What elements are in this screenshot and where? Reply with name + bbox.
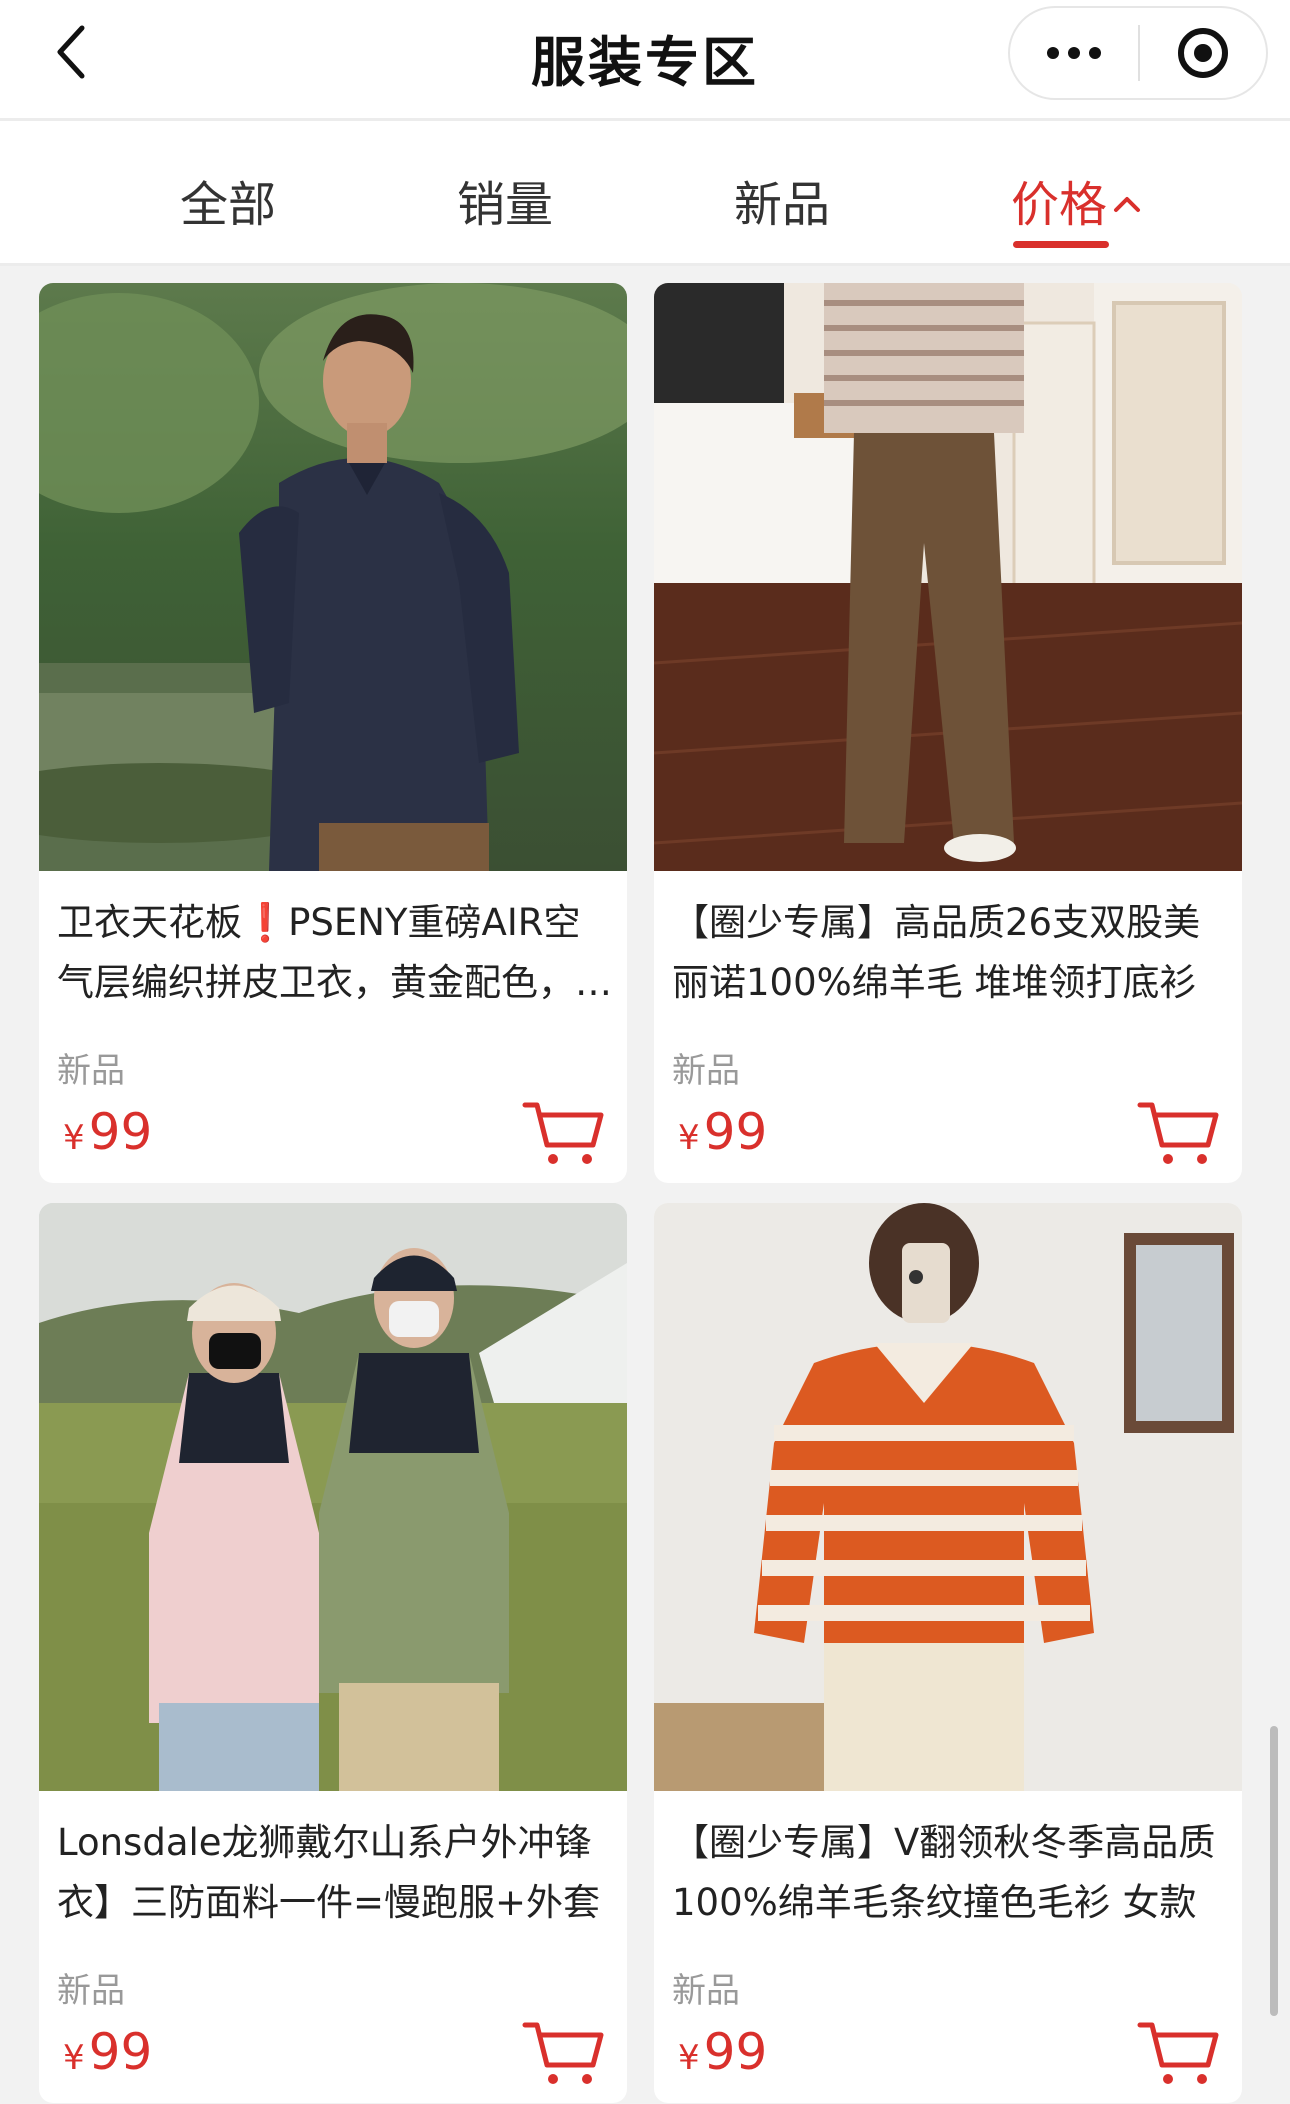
product-tag: 新品: [672, 1051, 740, 1091]
price-value: 99: [88, 2023, 153, 2081]
currency-symbol: ¥: [63, 1118, 85, 1158]
product-title: 【圈少专属】高品质26支双股美丽诺100%绵羊毛 堆堆领打底衫: [672, 901, 1201, 1004]
tab-new[interactable]: 新品: [734, 165, 830, 235]
top-navbar: 服装专区: [0, 0, 1290, 118]
close-miniprogram-button[interactable]: [1140, 8, 1266, 98]
cart-icon: [1137, 2022, 1219, 2084]
product-card[interactable]: 【圈少专属】高品质26支双股美丽诺100%绵羊毛 堆堆领打底衫 新品 ¥99: [654, 283, 1242, 1183]
sort-tabbar: 全部 销量 新品 价格: [0, 118, 1290, 266]
product-image[interactable]: [654, 283, 1242, 871]
product-title: Lonsdale龙狮戴尔山系户外冲锋衣】三防面料一件=慢跑服+外套: [57, 1821, 601, 1924]
product-price: ¥99: [63, 1103, 152, 1161]
product-card[interactable]: 卫衣天花板❗️PSENY重磅AIR空气层编织拼皮卫衣，黄金配色，冬季保暖 新品 …: [39, 283, 627, 1183]
couple-outdoor-jackets-photo: [39, 1203, 627, 1791]
product-title: 卫衣天花板❗️PSENY重磅AIR空气层编织拼皮卫衣，黄金配色，冬季保暖: [57, 901, 612, 1004]
product-price: ¥99: [678, 2023, 767, 2081]
product-tag: 新品: [672, 1971, 740, 2011]
tab-price[interactable]: 价格: [1011, 165, 1141, 235]
cart-icon: [1137, 1102, 1219, 1164]
product-tag: 新品: [57, 1051, 125, 1091]
currency-symbol: ¥: [678, 1118, 700, 1158]
add-to-cart-button[interactable]: [521, 1097, 605, 1169]
product-price: ¥99: [63, 2023, 152, 2081]
target-close-icon: [1177, 28, 1228, 78]
tab-price-label: 价格: [1011, 177, 1108, 233]
man-navy-sweatshirt-forest-photo: [39, 283, 627, 871]
price-value: 99: [88, 1103, 153, 1161]
more-button[interactable]: [1010, 8, 1138, 98]
active-tab-indicator: [1013, 241, 1109, 248]
add-to-cart-button[interactable]: [1136, 2017, 1220, 2089]
price-value: 99: [703, 1103, 768, 1161]
striped-top-brown-trousers-photo: [654, 283, 1242, 871]
currency-symbol: ¥: [63, 2038, 85, 2078]
add-to-cart-button[interactable]: [521, 2017, 605, 2089]
tab-all-label: 全部: [180, 177, 277, 233]
product-image[interactable]: [39, 1203, 627, 1791]
mini-program-capsule: [1008, 6, 1268, 100]
currency-symbol: ¥: [678, 2038, 700, 2078]
product-grid: 卫衣天花板❗️PSENY重磅AIR空气层编织拼皮卫衣，黄金配色，冬季保暖 新品 …: [0, 266, 1290, 2104]
add-to-cart-button[interactable]: [1136, 1097, 1220, 1169]
product-tag: 新品: [57, 1971, 125, 2011]
product-image[interactable]: [39, 283, 627, 871]
cart-icon: [522, 1102, 604, 1164]
vertical-scrollbar[interactable]: [1270, 1726, 1278, 2016]
orange-striped-sweater-photo: [654, 1203, 1242, 1791]
price-value: 99: [703, 2023, 768, 2081]
chevron-up-icon: [1114, 197, 1141, 212]
product-card[interactable]: Lonsdale龙狮戴尔山系户外冲锋衣】三防面料一件=慢跑服+外套 新品 ¥99: [39, 1203, 627, 2103]
tab-sales-label: 销量: [457, 177, 554, 233]
more-dots-icon: [1047, 47, 1059, 59]
product-title: 【圈少专属】V翻领秋冬季高品质100%绵羊毛条纹撞色毛衫 女款: [672, 1821, 1216, 1924]
tab-sales[interactable]: 销量: [457, 165, 553, 235]
product-price: ¥99: [678, 1103, 767, 1161]
tab-all[interactable]: 全部: [180, 165, 276, 235]
product-card[interactable]: 【圈少专属】V翻领秋冬季高品质100%绵羊毛条纹撞色毛衫 女款 新品 ¥99: [654, 1203, 1242, 2103]
product-image[interactable]: [654, 1203, 1242, 1791]
tab-new-label: 新品: [734, 177, 831, 233]
cart-icon: [522, 2022, 604, 2084]
